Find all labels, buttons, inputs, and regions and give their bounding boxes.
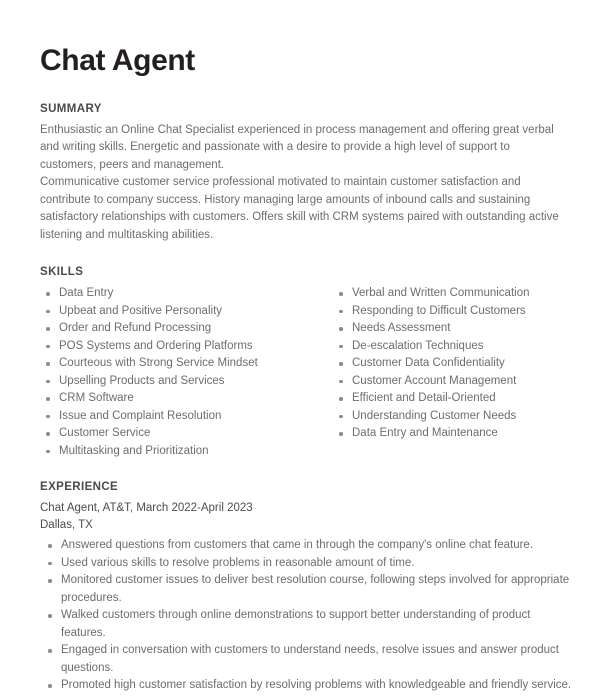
summary-paragraph: Communicative customer service professio… <box>40 176 559 241</box>
job-location: Dallas, TX <box>40 519 93 531</box>
skills-heading: SKILLS <box>40 266 84 278</box>
skills-column-left: Data Entry Upbeat and Positive Personali… <box>40 285 313 460</box>
list-item: Needs Assessment <box>333 320 586 338</box>
list-item: POS Systems and Ordering Platforms <box>40 338 313 356</box>
list-item: Answered questions from customers that c… <box>40 537 586 555</box>
skills-column-right: Verbal and Written Communication Respond… <box>313 285 586 443</box>
experience-entry: Chat Agent, AT&T, March 2022-April 2023 … <box>40 500 586 695</box>
list-item: Engaged in conversation with customers t… <box>40 642 586 677</box>
summary-heading: SUMMARY <box>40 102 102 115</box>
list-item: Data Entry <box>40 285 313 303</box>
list-item: Upbeat and Positive Personality <box>40 303 313 321</box>
list-item: Order and Refund Processing <box>40 320 313 338</box>
list-item: De-escalation Techniques <box>333 338 586 356</box>
experience-section: EXPERIENCE Chat Agent, AT&T, March 2022-… <box>40 481 586 700</box>
page-title: Chat Agent <box>40 44 195 77</box>
list-item: Customer Service <box>40 425 313 443</box>
list-item: Responding to Difficult Customers <box>333 303 586 321</box>
summary-paragraph: Enthusiastic an Online Chat Specialist e… <box>40 123 554 171</box>
list-item: Efficient and Detail-Oriented <box>333 390 586 408</box>
skills-columns: Data Entry Upbeat and Positive Personali… <box>40 285 586 460</box>
summary-paragraph-list: Enthusiastic an Online Chat Specialist e… <box>40 122 564 245</box>
list-item: Understanding Customer Needs <box>333 408 586 426</box>
list-item: Customer Data Confidentiality <box>333 355 586 373</box>
list-item: Promoted high customer satisfaction by r… <box>40 677 586 695</box>
skills-list-right: Verbal and Written Communication Respond… <box>333 285 586 443</box>
list-item: Data Entry and Maintenance <box>333 425 586 443</box>
list-item: Multitasking and Prioritization <box>40 443 313 461</box>
skills-section: SKILLS Data Entry Upbeat and Positive Pe… <box>40 266 586 460</box>
list-item: CRM Software <box>40 390 313 408</box>
list-item: Issue and Complaint Resolution <box>40 408 313 426</box>
list-item: Verbal and Written Communication <box>333 285 586 303</box>
resume-page: Chat Agent SUMMARY Enthusiastic an Onlin… <box>0 0 616 700</box>
skills-list-left: Data Entry Upbeat and Positive Personali… <box>40 285 313 460</box>
list-item: Used various skills to resolve problems … <box>40 555 586 573</box>
list-item: Upselling Products and Services <box>40 373 313 391</box>
list-item: Monitored customer issues to deliver bes… <box>40 572 586 607</box>
list-item: Customer Account Management <box>333 373 586 391</box>
job-bullet-list: Answered questions from customers that c… <box>40 537 586 695</box>
list-item: Courteous with Strong Service Mindset <box>40 355 313 373</box>
summary-section: SUMMARY Enthusiastic an Online Chat Spec… <box>40 103 586 245</box>
experience-heading: EXPERIENCE <box>40 481 119 493</box>
list-item: Walked customers through online demonstr… <box>40 607 586 642</box>
job-title: Chat Agent, AT&T, March 2022-April 2023 <box>40 502 253 514</box>
